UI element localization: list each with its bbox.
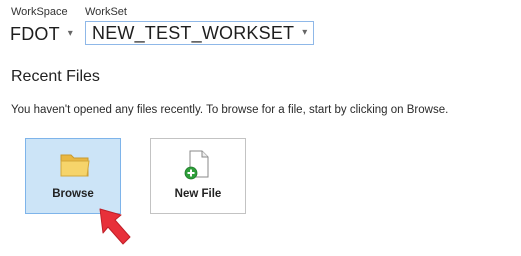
workset-dropdown[interactable]: NEW_TEST_WORKSET ▾	[85, 21, 315, 45]
workspace-label: WorkSpace	[11, 6, 68, 18]
recent-files-message: You haven't opened any files recently. T…	[11, 104, 449, 116]
workspace-dropdown[interactable]: FDOT ▾	[10, 22, 73, 46]
red-arrow-pointer-icon	[99, 208, 131, 245]
workset-label: WorkSet	[85, 6, 127, 18]
new-file-button[interactable]: New File	[150, 138, 246, 214]
folder-icon	[60, 154, 90, 177]
new-file-icon	[184, 150, 209, 180]
chevron-down-icon: ▾	[67, 28, 73, 39]
workset-value: NEW_TEST_WORKSET	[92, 22, 295, 43]
browse-label: Browse	[52, 188, 94, 200]
workspace-value: FDOT	[10, 23, 60, 44]
chevron-down-icon: ▾	[302, 27, 308, 38]
browse-button[interactable]: Browse	[25, 138, 121, 214]
new-file-label: New File	[174, 188, 222, 200]
recent-files-title: Recent Files	[11, 68, 100, 85]
